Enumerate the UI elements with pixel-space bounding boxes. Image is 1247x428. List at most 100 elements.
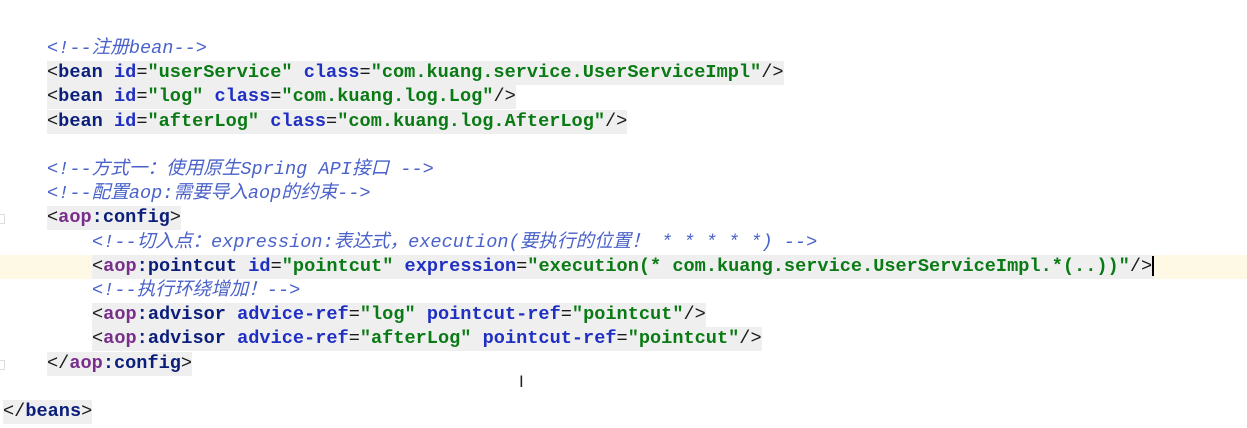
token-eq (226, 304, 237, 325)
token-bracket: < (47, 86, 59, 108)
token-value: "afterLog" (359, 328, 472, 350)
token-value: "log" (359, 304, 416, 326)
code-line[interactable]: <aop:config> (0, 206, 1247, 231)
token-attr: id (113, 86, 137, 108)
token-tag: :advisor (136, 328, 226, 350)
token-bracket: /> (739, 328, 762, 350)
code-content: <aop:config> (47, 206, 181, 231)
token-eq (293, 62, 304, 83)
token-bracket: < (47, 110, 59, 132)
code-content: </aop:config> (47, 351, 193, 376)
code-content: <bean id="userService" class="com.kuang.… (47, 61, 784, 86)
token-bracket: > (169, 207, 181, 229)
token-eq (203, 86, 214, 107)
code-line[interactable]: <!--注册bean--> (0, 37, 1247, 61)
token-comment: <!--注册bean--> (47, 38, 207, 59)
token-tag: :config (102, 352, 181, 374)
fold-marker-icon[interactable] (0, 214, 5, 225)
code-content: <aop:advisor advice-ref="log" pointcut-r… (92, 303, 706, 328)
code-content: <!--配置aop:需要导入aop的约束--> (47, 182, 371, 206)
code-line[interactable]: <!--执行环绕增加！--> (0, 279, 1247, 303)
token-tag: :pointcut (136, 255, 238, 277)
text-caret (1152, 255, 1155, 276)
token-tag: bean (58, 62, 103, 84)
code-line[interactable]: <!--配置aop:需要导入aop的约束--> (0, 182, 1247, 206)
code-line[interactable]: <bean id="afterLog" class="com.kuang.log… (0, 109, 1247, 134)
token-bracket: > (180, 352, 193, 374)
token-ns: aop (69, 352, 103, 374)
token-eq: = (359, 62, 371, 84)
token-eq: = (560, 304, 572, 326)
code-editor[interactable]: <!--注册bean--> <bean id="userService" clas… (0, 0, 1247, 428)
token-eq (103, 111, 114, 132)
token-ns: aop (103, 304, 137, 326)
token-eq: = (516, 255, 528, 277)
token-value: "com.kuang.log.Log" (281, 86, 494, 108)
token-eq (416, 304, 427, 325)
token-comment: <!--执行环绕增加！--> (92, 280, 301, 301)
code-line[interactable]: <!--方式一：使用原生Spring API接口 --> (0, 158, 1247, 182)
code-line[interactable] (0, 134, 1247, 158)
token-eq (237, 256, 248, 277)
code-line[interactable] (0, 376, 1247, 400)
token-tag: :config (91, 207, 170, 229)
token-attr: id (248, 255, 271, 277)
token-value: "pointcut" (627, 328, 740, 350)
fold-marker-icon[interactable] (0, 359, 5, 370)
token-eq (103, 62, 114, 83)
token-eq: = (348, 304, 360, 326)
token-bracket: < (92, 255, 104, 277)
token-eq (471, 328, 482, 349)
code-content: <!--方式一：使用原生Spring API接口 --> (47, 158, 434, 182)
token-eq: = (348, 328, 360, 350)
token-eq: = (270, 255, 282, 277)
token-eq (393, 256, 404, 277)
token-value: "afterLog" (147, 110, 260, 132)
token-bracket: < (92, 304, 104, 326)
token-ns: aop (103, 255, 137, 277)
token-attr: pointcut-ref (482, 328, 617, 350)
code-content: <!--执行环绕增加！--> (92, 279, 300, 303)
code-line[interactable]: <bean id="userService" class="com.kuang.… (0, 61, 1247, 86)
token-value: "com.kuang.service.UserServiceImpl" (370, 62, 762, 84)
code-line[interactable]: <bean id="log" class="com.kuang.log.Log"… (0, 85, 1247, 110)
token-eq: = (270, 86, 282, 108)
code-content: <!--切入点：expression:表达式，execution(要执行的位置！… (92, 231, 817, 255)
code-line-current[interactable]: <aop:pointcut id="pointcut" expression="… (0, 254, 1247, 279)
token-value: "log" (147, 86, 204, 108)
token-comment: <!--配置aop:需要导入aop的约束--> (47, 183, 371, 205)
token-tag: bean (58, 86, 103, 108)
code-line[interactable]: </aop:config> (0, 351, 1247, 376)
token-comment: <!--切入点：expression:表达式，execution(要执行的位置！… (92, 231, 818, 253)
token-eq (259, 111, 270, 132)
token-bracket: /> (493, 86, 516, 108)
text-cursor-ibeam-icon: I (519, 372, 524, 391)
token-attr: class (270, 110, 327, 132)
token-bracket: </ (3, 401, 26, 422)
token-attr: id (113, 62, 137, 84)
token-bracket: /> (761, 62, 784, 84)
token-attr: advice-ref (237, 304, 349, 326)
token-value: "userService" (147, 62, 293, 84)
token-bracket: > (81, 401, 93, 422)
token-attr: id (113, 110, 137, 132)
token-value: "execution(* com.kuang.service.UserServi… (527, 255, 1130, 277)
token-tag: :advisor (136, 304, 226, 326)
code-line[interactable]: <!--切入点：expression:表达式，execution(要执行的位置！… (0, 231, 1247, 255)
token-bracket: </ (47, 352, 70, 374)
code-line[interactable]: </beans> (0, 400, 1247, 424)
token-bracket: /> (1129, 255, 1153, 277)
token-eq (103, 86, 114, 107)
token-eq: = (616, 328, 628, 350)
token-bracket: < (92, 328, 104, 350)
token-eq (226, 328, 237, 349)
token-attr: advice-ref (237, 328, 349, 350)
code-line[interactable]: <aop:advisor advice-ref="log" pointcut-r… (0, 303, 1247, 328)
token-value: "pointcut" (281, 255, 394, 277)
token-attr: class (303, 62, 360, 84)
code-content: <aop:advisor advice-ref="afterLog" point… (92, 327, 762, 352)
token-bracket: < (47, 207, 59, 229)
token-bracket: < (47, 62, 59, 84)
token-attr: class (214, 86, 271, 108)
code-line[interactable]: <aop:advisor advice-ref="afterLog" point… (0, 327, 1247, 352)
